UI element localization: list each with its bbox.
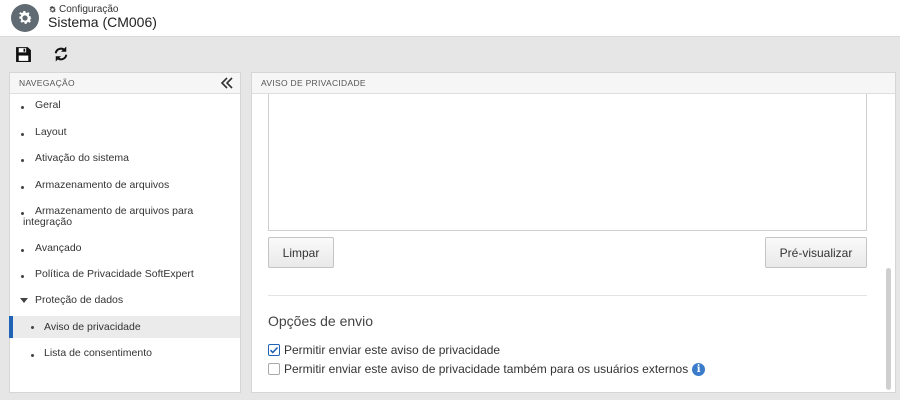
nav-item-armazenamento-integracao[interactable]: Armazenamento de arquivos para integraçã… <box>10 206 200 230</box>
checkbox-checked[interactable] <box>268 344 280 356</box>
main-heading-label: AVISO DE PRIVACIDADE <box>261 78 366 88</box>
gear-icon <box>11 4 39 32</box>
nav-item-label: Ativação do sistema <box>35 152 129 164</box>
bullet-icon <box>21 159 24 162</box>
nav-item-label: Geral <box>35 99 61 111</box>
bullet-icon <box>21 212 24 215</box>
section-title: Opções de envio <box>268 313 374 329</box>
bullet-icon <box>31 354 34 357</box>
nav-item-armazenamento[interactable]: Armazenamento de arquivos <box>10 180 240 194</box>
nav-item-ativacao[interactable]: Ativação do sistema <box>10 153 240 167</box>
info-icon[interactable]: i <box>692 362 706 376</box>
bullet-icon <box>21 249 24 252</box>
toolbar <box>0 37 900 69</box>
bullet-icon <box>21 186 24 189</box>
collapse-icon[interactable] <box>220 76 234 90</box>
bullet-icon <box>21 275 24 278</box>
small-gear-icon <box>49 6 57 13</box>
checkmark-icon <box>269 346 279 354</box>
option-send-external[interactable]: Permitir enviar este aviso de privacidad… <box>268 362 706 376</box>
save-button[interactable] <box>12 43 34 65</box>
nav-item-aviso-privacidade[interactable]: Aviso de privacidade <box>9 316 240 338</box>
nav-item-layout[interactable]: Layout <box>10 127 240 141</box>
nav-heading: NAVEGAÇÃO <box>10 73 240 94</box>
divider <box>268 295 867 296</box>
scrollbar[interactable] <box>886 268 891 390</box>
nav-item-protecao-dados[interactable]: Proteção de dados <box>10 295 240 309</box>
refresh-icon <box>54 46 68 62</box>
nav-item-label: Política de Privacidade SoftExpert <box>35 268 194 280</box>
nav-item-label: Armazenamento de arquivos para integraçã… <box>23 205 194 228</box>
nav-item-label: Proteção de dados <box>35 294 124 306</box>
nav-item-lista-consentimento[interactable]: Lista de consentimento <box>10 348 240 362</box>
page-title: Sistema (CM006) <box>48 14 157 30</box>
bullet-icon <box>21 106 24 109</box>
privacy-notice-editor[interactable] <box>268 94 867 231</box>
privacy-notice-panel: AVISO DE PRIVACIDADE Limpar Pré-visualiz… <box>251 72 896 393</box>
nav-item-politica[interactable]: Política de Privacidade SoftExpert <box>10 269 240 283</box>
caret-down-icon <box>20 298 28 303</box>
nav-item-avancado[interactable]: Avançado <box>10 243 240 257</box>
save-icon <box>15 46 31 62</box>
nav-item-label: Avançado <box>35 242 82 254</box>
bullet-icon <box>21 133 24 136</box>
nav-item-label: Armazenamento de arquivos <box>35 179 170 191</box>
nav-item-label: Layout <box>35 126 67 138</box>
bullet-icon <box>31 326 34 329</box>
refresh-button[interactable] <box>50 43 72 65</box>
nav-heading-label: NAVEGAÇÃO <box>19 78 75 88</box>
nav-item-geral[interactable]: Geral <box>10 100 240 114</box>
navigation-panel: NAVEGAÇÃO Geral Layout Ativação do siste… <box>9 72 241 393</box>
preview-button[interactable]: Pré-visualizar <box>765 237 867 268</box>
option-send-notice[interactable]: Permitir enviar este aviso de privacidad… <box>268 343 500 357</box>
nav-item-label: Lista de consentimento <box>44 347 152 359</box>
checkbox-unchecked[interactable] <box>268 363 280 375</box>
main-heading: AVISO DE PRIVACIDADE <box>252 73 895 94</box>
app-header: Configuração Sistema (CM006) <box>0 0 900 37</box>
option-label: Permitir enviar este aviso de privacidad… <box>284 362 689 376</box>
nav-item-label: Aviso de privacidade <box>44 321 141 333</box>
clear-button[interactable]: Limpar <box>268 237 334 268</box>
option-label: Permitir enviar este aviso de privacidad… <box>284 343 501 357</box>
